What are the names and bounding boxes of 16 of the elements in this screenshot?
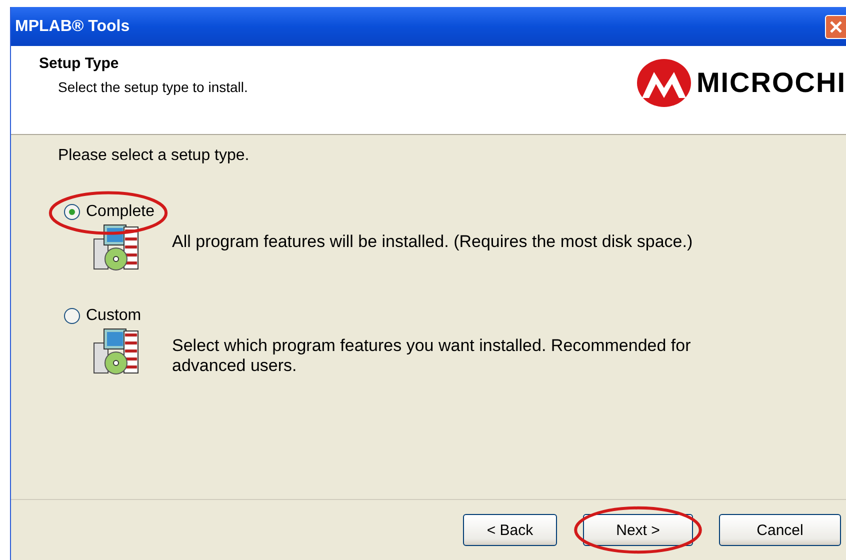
prompt-text: Please select a setup type. (58, 147, 250, 165)
page-title: Setup Type (39, 55, 120, 72)
logo-text: MICROCHI (696, 67, 846, 99)
option-description: Select which program features you want installed. Recommended for advanced users. (172, 336, 692, 376)
radio-button[interactable] (64, 204, 80, 220)
option-label[interactable]: Custom (86, 307, 142, 325)
close-button[interactable] (825, 14, 846, 38)
wizard-button[interactable]: Cancel (719, 514, 841, 546)
wizard-button[interactable]: < Back (463, 514, 557, 546)
option-description: All program features will be installed. (Requires the most disk space.) (172, 232, 694, 252)
radio-button[interactable] (64, 308, 80, 324)
close-icon (829, 20, 843, 34)
window-title: MPLAB® Tools (14, 18, 130, 36)
logo-icon (636, 58, 692, 108)
wizard-button[interactable]: Next > (583, 514, 693, 546)
page-subtitle: Select the setup type to install. (58, 79, 248, 95)
